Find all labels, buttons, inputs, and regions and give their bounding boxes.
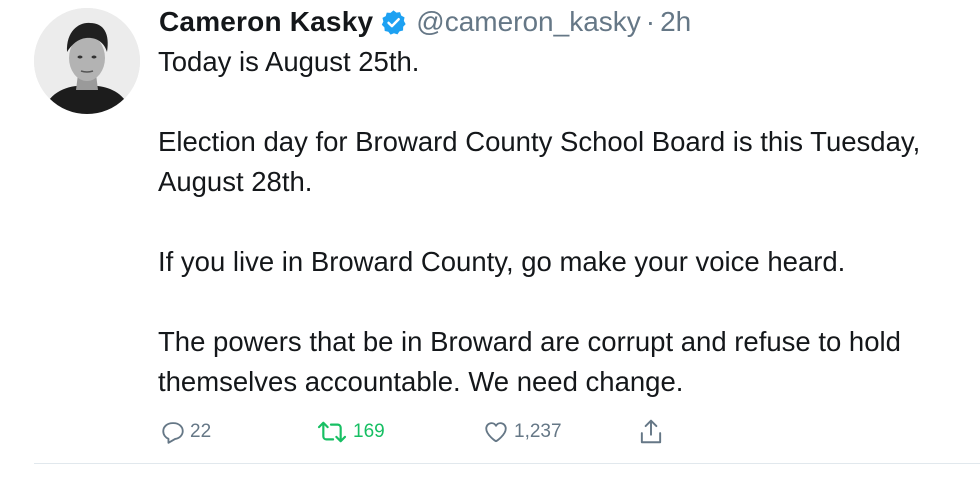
reply-icon (160, 419, 186, 445)
tweet-header: Cameron Kasky @cameron_kasky · 2h (159, 4, 691, 40)
like-count: 1,237 (514, 421, 562, 442)
reply-count: 22 (190, 421, 212, 442)
retweet-button[interactable]: 169 (315, 418, 385, 446)
verified-badge-icon (380, 9, 407, 36)
tweet-actions: 22 169 1,237 (160, 418, 680, 446)
share-icon (638, 418, 664, 446)
tweet-text: Today is August 25th. Election day for B… (158, 42, 958, 402)
tweet-timestamp[interactable]: 2h (660, 4, 691, 40)
tweet-paragraph: Today is August 25th. (158, 46, 420, 77)
heart-icon (482, 419, 510, 445)
share-button[interactable] (638, 418, 664, 446)
tweet-divider (34, 463, 980, 464)
tweet-paragraph: If you live in Broward County, go make y… (158, 246, 846, 277)
reply-button[interactable]: 22 (160, 418, 211, 446)
retweet-icon (315, 419, 349, 445)
tweet-paragraph: Election day for Broward County School B… (158, 126, 921, 197)
author-display-name[interactable]: Cameron Kasky (159, 4, 373, 40)
next-tweet-preview (160, 483, 520, 491)
author-handle[interactable]: @cameron_kasky (416, 4, 641, 40)
tweet[interactable]: Cameron Kasky @cameron_kasky · 2h Today … (0, 0, 980, 491)
retweet-count: 169 (353, 421, 385, 442)
avatar[interactable] (34, 8, 140, 114)
like-button[interactable]: 1,237 (482, 418, 562, 446)
tweet-paragraph: The powers that be in Broward are corrup… (158, 326, 901, 397)
header-separator: · (645, 6, 656, 37)
